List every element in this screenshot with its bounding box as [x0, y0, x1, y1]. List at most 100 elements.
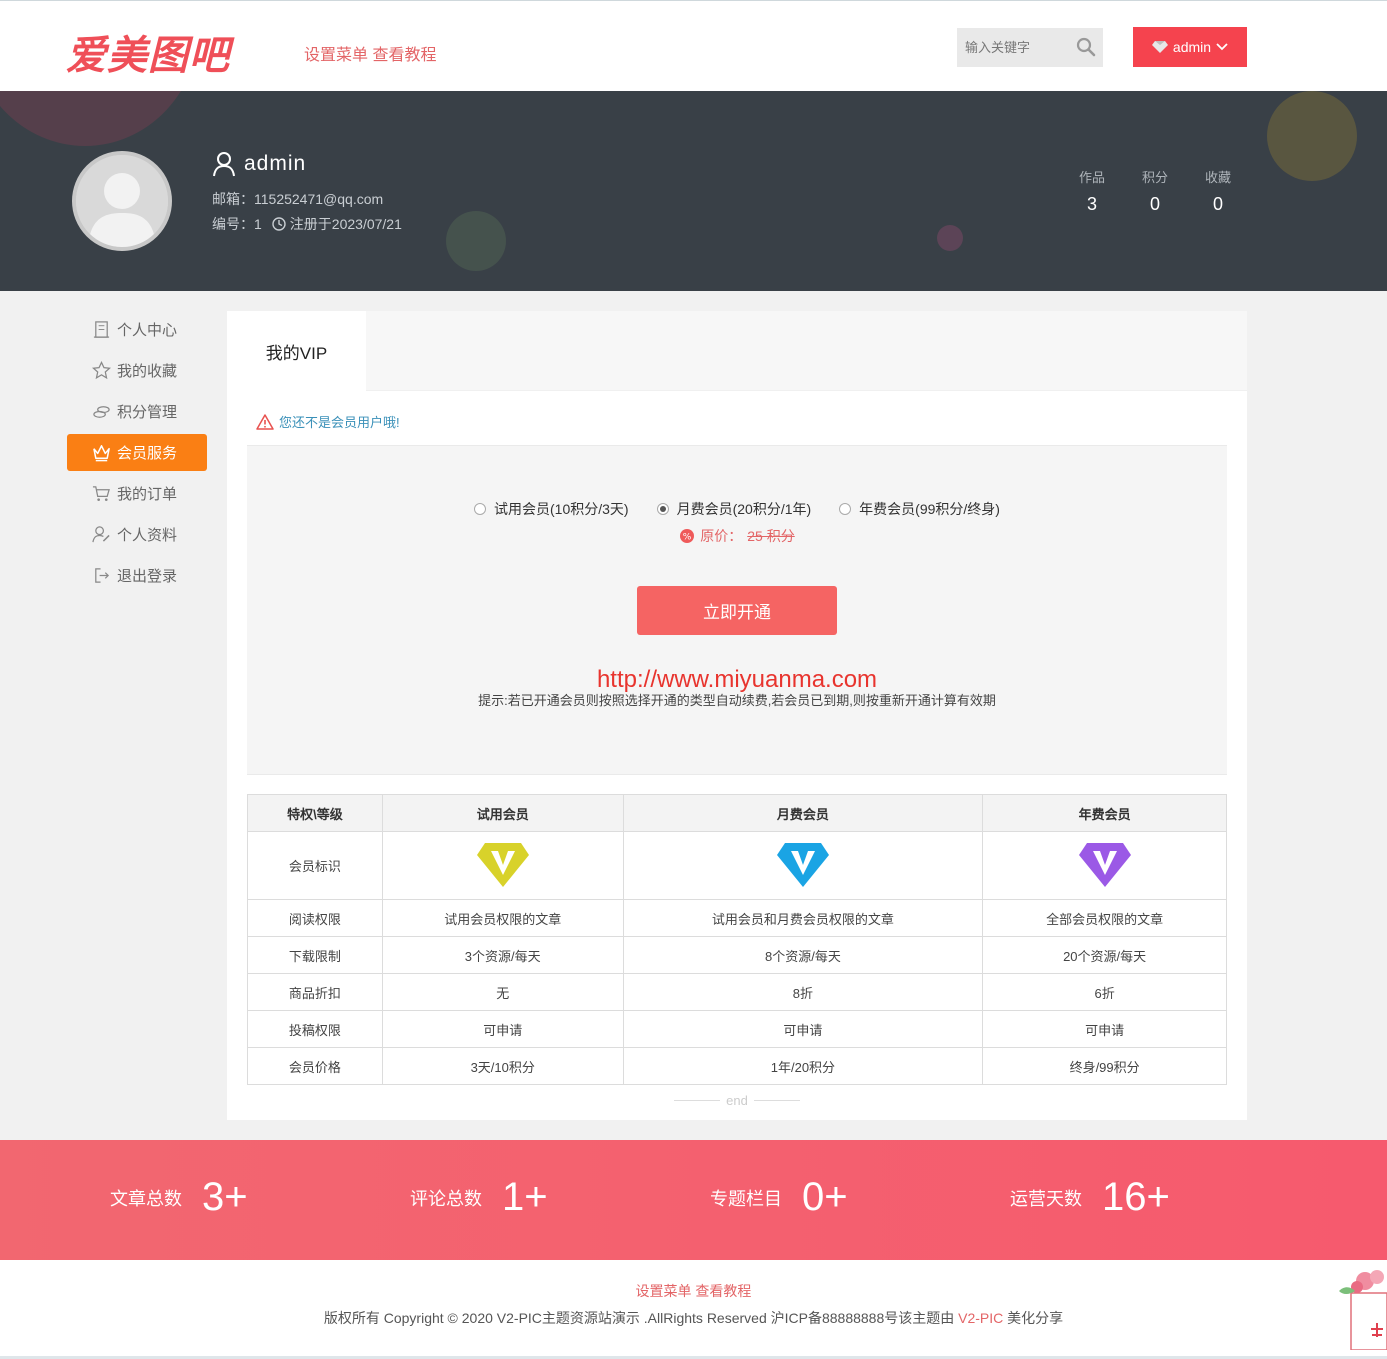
radio-button[interactable]	[656, 503, 669, 515]
table-row: 投稿权限 可申请 可申请 可申请	[247, 1010, 1227, 1048]
table-cell: 会员标识	[247, 831, 383, 900]
search-icon[interactable]	[1076, 37, 1096, 57]
table-cell: 商品折扣	[247, 973, 383, 1011]
stat-articles: 文章总数 3+	[110, 1175, 248, 1220]
profile-email: 邮箱：115252471@qq.com	[212, 191, 384, 207]
table-cell: 3天/10积分	[381, 1047, 624, 1085]
band-stat-value: 0+	[802, 1175, 848, 1219]
table-cell: 试用会员和月费会员权限的文章	[622, 899, 984, 937]
decor-bubble	[0, 91, 200, 146]
option-monthly[interactable]: 月费会员(20积分/1年)	[656, 499, 812, 519]
original-price: % 原价： 25 积分	[247, 526, 1227, 546]
stat-points: 积分 0	[1125, 167, 1185, 215]
decor-bubble	[937, 225, 963, 251]
table-row: 会员价格 3天/10积分 1年/20积分 终身/99积分	[247, 1047, 1227, 1085]
site-header: 爱美图吧 设置菜单 查看教程 admin	[0, 0, 1387, 91]
sidebar-item-orders[interactable]: 我的订单	[67, 475, 207, 512]
option-label: 试用会员(10积分/3天)	[494, 501, 629, 517]
sidebar-item-favorites[interactable]: 我的收藏	[67, 352, 207, 389]
table-cell: 3个资源/每天	[381, 936, 624, 974]
table-cell: 下载限制	[247, 936, 383, 974]
radio-button[interactable]	[839, 503, 852, 515]
clock-icon	[272, 217, 286, 231]
tab-my-vip[interactable]: 我的VIP	[227, 311, 366, 391]
table-header: 特权\等级	[247, 794, 383, 832]
site-stats-band: 文章总数 3+ 评论总数 1+ 专题栏目 0+ 运营天数 16+	[0, 1140, 1387, 1260]
renewal-tip: 提示:若已开通会员则按照选择开通的类型自动续费,若会员已到期,则按重新开通计算有…	[478, 693, 996, 708]
table-cell	[982, 831, 1227, 900]
band-stat-value: 1+	[502, 1175, 548, 1219]
vip-options: 试用会员(10积分/3天) 月费会员(20积分/1年) 年费会员(99积分/终身…	[247, 499, 1227, 519]
band-stat-value: 3+	[202, 1175, 248, 1219]
sidebar-item-vip[interactable]: 会员服务	[67, 434, 207, 471]
open-vip-button[interactable]: 立即开通	[637, 586, 837, 635]
orig-label: 原价：	[700, 528, 743, 544]
option-label: 年费会员(99积分/终身)	[859, 501, 1000, 517]
option-trial[interactable]: 试用会员(10积分/3天)	[474, 499, 629, 519]
sidebar-item-profile[interactable]: 个人资料	[67, 516, 207, 553]
sidebar-item-points[interactable]: 积分管理	[67, 393, 207, 430]
sidebar-item-label: 会员服务	[117, 445, 178, 462]
table-row: 下载限制 3个资源/每天 8个资源/每天 20个资源/每天	[247, 936, 1227, 974]
table-row: 商品折扣 无 8折 6折	[247, 973, 1227, 1011]
user-icon	[213, 152, 235, 177]
divider-line	[753, 1100, 800, 1101]
option-label: 月费会员(20积分/1年)	[676, 501, 812, 517]
vip-comparison-table: 特权\等级 试用会员 月费会员 年费会员 会员标识 阅读权限 试用会员权限的文章…	[247, 794, 1227, 1085]
table-cell: 无	[381, 973, 624, 1011]
profile-banner: admin 邮箱：115252471@qq.com 编号：1 注册于2023/0…	[0, 91, 1387, 291]
avatar[interactable]	[72, 151, 172, 251]
cart-icon	[92, 486, 110, 502]
vip-monthly-badge-icon	[776, 843, 829, 887]
search-input[interactable]	[965, 28, 1075, 67]
sidebar-nav: 个人中心 我的收藏 积分管理 会员服务 我的订单 个人资料 退出登录	[67, 311, 207, 598]
chevron-down-icon	[1216, 43, 1228, 51]
sidebar-item-label: 个人资料	[117, 527, 178, 544]
table-cell: 8折	[622, 973, 984, 1011]
search-box	[957, 28, 1103, 67]
table-cell: 可申请	[982, 1010, 1227, 1048]
sidebar-item-label: 我的订单	[117, 486, 178, 503]
table-cell: 阅读权限	[247, 899, 383, 937]
diamond-icon	[1151, 41, 1168, 53]
footer-copyright: 版权所有 Copyright © 2020 V2-PIC主题资源站演示 .All…	[0, 1308, 1387, 1328]
warning-icon	[256, 413, 274, 430]
stat-label: 积分	[1141, 170, 1168, 185]
logout-icon	[95, 568, 110, 583]
main-panel: 我的VIP 您还不是会员用户哦! 试用会员(10积分/3天) 月费会员(20积分…	[227, 311, 1247, 1120]
brand-link[interactable]: V2-PIC	[958, 1310, 1003, 1326]
option-yearly[interactable]: 年费会员(99积分/终身)	[839, 499, 1000, 519]
stat-label: 收藏	[1204, 170, 1231, 185]
table-cell: 试用会员权限的文章	[381, 899, 624, 937]
table-cell	[381, 831, 624, 900]
stat-days: 运营天数 16+	[1010, 1175, 1170, 1220]
sidebar-item-logout[interactable]: 退出登录	[67, 557, 207, 594]
table-header: 试用会员	[381, 794, 624, 832]
stat-topics: 专题栏目 0+	[710, 1175, 848, 1220]
user-menu-label: admin	[1172, 39, 1212, 55]
site-logo[interactable]: 爱美图吧	[66, 23, 230, 81]
footer-links[interactable]: 设置菜单 查看教程	[0, 1281, 1387, 1301]
sidebar-item-user-center[interactable]: 个人中心	[67, 311, 207, 348]
flower-decoration-icon	[1339, 1270, 1387, 1350]
username-text: admin	[244, 152, 307, 175]
table-header: 月费会员	[622, 794, 984, 832]
profile-username: admin	[212, 151, 306, 177]
vip-notice: 您还不是会员用户哦!	[256, 412, 400, 431]
building-icon	[93, 321, 110, 338]
sidebar-item-label: 积分管理	[117, 404, 178, 421]
user-menu-button[interactable]: admin	[1133, 27, 1247, 67]
notice-text: 您还不是会员用户哦!	[279, 415, 400, 430]
coins-icon	[93, 406, 110, 418]
band-stat-label: 评论总数	[410, 1188, 482, 1209]
table-header: 年费会员	[982, 794, 1227, 832]
decor-bubble	[1267, 91, 1357, 181]
stat-favorites: 收藏 0	[1188, 167, 1248, 215]
decor-bubble	[446, 211, 506, 271]
register-date: 注册于2023/07/21	[289, 216, 402, 232]
band-stat-label: 运营天数	[1010, 1188, 1082, 1209]
table-row: 阅读权限 试用会员权限的文章 试用会员和月费会员权限的文章 全部会员权限的文章	[247, 899, 1227, 937]
profile-meta: 编号：1 注册于2023/07/21	[212, 214, 402, 234]
radio-button[interactable]	[474, 503, 487, 515]
header-links[interactable]: 设置菜单 查看教程	[304, 41, 436, 65]
